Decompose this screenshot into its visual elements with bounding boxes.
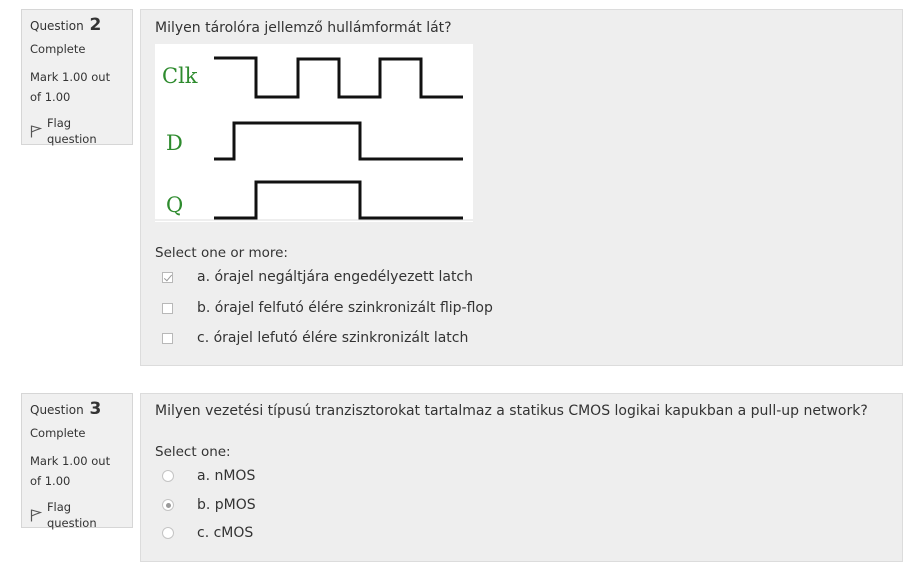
question-number-value: 3 [89,399,102,419]
answer-option-a[interactable]: a. nMOS [155,464,892,488]
question-number: Question 2 [30,16,124,35]
answer-checkbox-b[interactable] [162,302,173,314]
question-state: Complete [30,42,86,56]
answer-label-a: a. nMOS [197,468,256,484]
signal-label-clk: Clk [162,64,198,88]
answer-radio-c[interactable] [162,527,174,539]
flag-question-link[interactable]: Flag question [30,115,124,147]
waveform-diagram: Clk D Q [155,44,473,222]
answer-prompt: Select one: [155,444,231,460]
answer-radio-b[interactable] [162,499,174,511]
answer-label-b: b. pMOS [197,497,256,513]
answer-option-a[interactable]: a. órajel negáltjára engedélyezett latch [155,265,892,289]
answer-option-b[interactable]: b. pMOS [155,493,892,517]
question-grade: Mark 1.00 out of 1.00 [30,70,111,104]
signal-label-d: D [166,131,183,155]
question-grade: Mark 1.00 out of 1.00 [30,454,111,488]
question-state: Complete [30,426,86,440]
question-label: Question [30,403,84,417]
question-content-q2: Milyen tárolóra jellemző hullámformát lá… [140,9,903,366]
flag-question-link[interactable]: Flag question [30,499,124,531]
answer-option-c[interactable]: c. órajel lefutó élére szinkronizált lat… [155,326,892,350]
signal-label-q: Q [166,193,183,217]
flag-icon [30,125,42,137]
question-content-q3: Milyen vezetési típusú tranzisztorokat t… [140,393,903,562]
answer-label-b: b. órajel felfutó élére szinkronizált fl… [197,300,493,316]
answer-checkbox-c[interactable] [162,332,173,344]
question-text: Milyen tárolóra jellemző hullámformát lá… [155,20,452,36]
flag-icon [30,509,42,521]
flag-question-label: Flag question [46,500,97,530]
answer-label-c: c. cMOS [197,525,254,541]
question-number: Question 3 [30,400,124,419]
answer-checkbox-a[interactable] [162,271,173,283]
flag-question-label: Flag question [46,116,97,146]
answer-prompt: Select one or more: [155,245,288,261]
question-number-value: 2 [89,15,102,35]
answer-label-c: c. órajel lefutó élére szinkronizált lat… [197,330,469,346]
question-text: Milyen vezetési típusú tranzisztorokat t… [155,403,868,419]
answer-option-c[interactable]: c. cMOS [155,521,892,545]
question-info-q3: Question 3 Complete Mark 1.00 out of 1.0… [21,393,133,531]
question-info-q2: Question 2 Complete Mark 1.00 out of 1.0… [21,9,133,147]
question-label: Question [30,19,84,33]
answer-radio-a[interactable] [162,470,174,482]
answer-label-a: a. órajel negáltjára engedélyezett latch [197,269,474,285]
answer-option-b[interactable]: b. órajel felfutó élére szinkronizált fl… [155,296,892,320]
